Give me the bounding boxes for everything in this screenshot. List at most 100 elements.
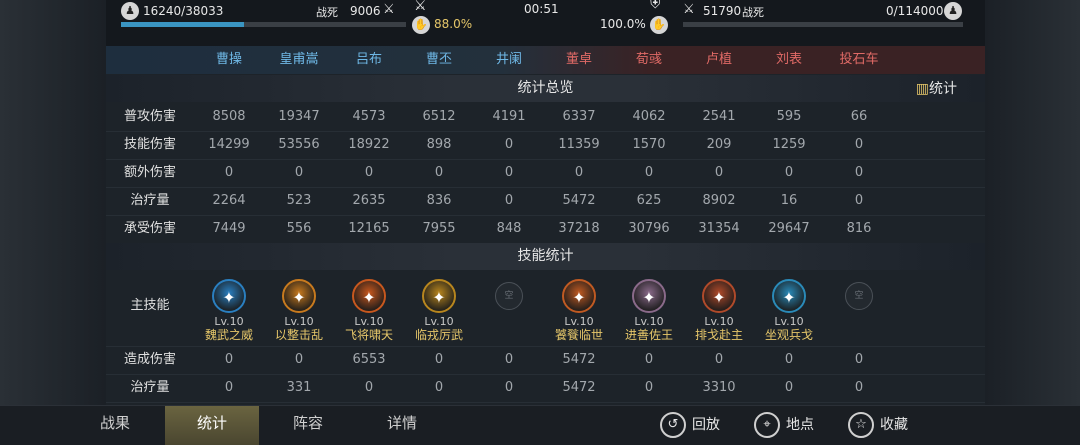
- replay-icon: ↺: [660, 412, 686, 438]
- skill-slot[interactable]: ✦ Lv.10 排戈赴主: [684, 271, 754, 342]
- strategist-icon: ✦: [772, 279, 806, 313]
- left-backdrop: [0, 0, 106, 405]
- stat-cell: 0: [504, 137, 514, 152]
- stat-cell: 0: [854, 137, 864, 152]
- stat-cell: 209: [706, 137, 732, 152]
- skill-name: 临戎厉武: [414, 328, 463, 342]
- taotie-icon: ✦: [562, 279, 596, 313]
- replay-button[interactable]: ↺ 回放: [660, 410, 720, 440]
- empty-skill-slot[interactable]: 空: [474, 271, 544, 310]
- tab-statistics[interactable]: 统计: [165, 406, 259, 445]
- stat-cell: 0: [644, 165, 654, 180]
- skill-name: 魏武之威: [204, 328, 253, 342]
- stats-button[interactable]: ▥统计: [916, 78, 957, 98]
- stat-cell: 0: [854, 165, 864, 180]
- left-dead-label: 战死: [316, 6, 338, 19]
- tab-details[interactable]: 详情: [357, 406, 447, 445]
- skill-slot[interactable]: ✦ Lv.10 魏武之威: [194, 271, 264, 342]
- stat-cell: 1570: [632, 137, 666, 152]
- stat-cell: 0: [784, 165, 794, 180]
- main-skill-row: 主技能 ✦ Lv.10 魏武之威 ✦ Lv.10 以整击乱 ✦ Lv.10 飞将啸天 ✦ Lv.10…: [106, 271, 985, 347]
- replay-label: 回放: [692, 417, 720, 433]
- skill-name: 坐观兵戈: [764, 328, 813, 342]
- skill-slot[interactable]: ✦ Lv.10 临戎厉武: [404, 271, 474, 342]
- star-icon: ☆: [848, 412, 874, 438]
- stat-cell: 0: [434, 380, 444, 395]
- stat-cell: 848: [496, 221, 522, 236]
- stat-cell: 0: [364, 165, 374, 180]
- stat-cell: 4191: [492, 109, 526, 124]
- left-dead-value: 9006: [350, 4, 381, 18]
- right-dead-value: 0/114000: [886, 4, 944, 18]
- stat-cell: 12165: [348, 221, 390, 236]
- skill-name: 排戈赴主: [694, 328, 743, 342]
- right-morale-icon: ✋: [650, 16, 668, 34]
- left-morale-value: 88.0%: [434, 17, 473, 31]
- general-name: 卢植: [705, 52, 732, 67]
- spear-burst-icon: ✦: [282, 279, 316, 313]
- stat-cell: 5472: [562, 352, 596, 367]
- stat-cell: 2635: [352, 193, 386, 208]
- empty-skill-slot[interactable]: 空: [824, 271, 894, 310]
- row-label: 治疗量: [130, 193, 170, 208]
- stat-row: 技能伤害 14299 53556 18922 898 0 11359 1570 209 1259 0: [106, 131, 985, 160]
- stat-cell: 4062: [632, 109, 666, 124]
- left-hp-bar: [121, 22, 406, 27]
- skills-section-title: 技能统计: [106, 243, 985, 270]
- dead-soldier-icon: ⚔: [383, 2, 395, 17]
- stats-table: 曹操 皇甫嵩 吕布 曹丕 井阑 董卓 荀彧 卢植 刘表 投石车 统计总览 ▥统计…: [106, 46, 985, 406]
- general-name: 井阑: [495, 52, 522, 67]
- battle-top-bar: ♟ 16240/38033 战死 9006 ⚔ ✋ 88.0% ⚔ 00:51 …: [0, 0, 1080, 38]
- general-name: 刘表: [775, 52, 802, 67]
- stat-cell: 0: [434, 165, 444, 180]
- stat-cell: 31354: [698, 221, 740, 236]
- skill-slot[interactable]: ✦ Lv.10 坐观兵戈: [754, 271, 824, 342]
- general-name: 吕布: [355, 52, 382, 67]
- skill-level: Lv.10: [634, 315, 664, 328]
- stat-row: 普攻伤害 8508 19347 4573 6512 4191 6337 4062 2541 595…: [106, 103, 985, 132]
- row-label: 承受伤害: [123, 221, 176, 236]
- stat-cell: 0: [784, 352, 794, 367]
- stat-cell: 0: [854, 352, 864, 367]
- favorite-button[interactable]: ☆ 收藏: [848, 410, 908, 440]
- general-name: 董卓: [565, 52, 592, 67]
- skill-level: Lv.10: [354, 315, 384, 328]
- stat-cell: 2264: [212, 193, 246, 208]
- right-soldier-icon: ⚔: [683, 2, 695, 17]
- skill-level: Lv.10: [214, 315, 244, 328]
- skill-stat-row: 治疗量 0 331 0 0 0 5472 0 3310 0 0: [106, 374, 985, 403]
- stat-cell: 29647: [768, 221, 810, 236]
- stat-cell: 0: [504, 352, 514, 367]
- right-backdrop: [985, 0, 1080, 405]
- stat-cell: 816: [846, 221, 872, 236]
- stat-cell: 0: [714, 352, 724, 367]
- stats-button-label: 统计: [929, 81, 957, 97]
- stat-cell: 7955: [422, 221, 456, 236]
- stat-cell: 556: [286, 221, 312, 236]
- stat-cell: 37218: [558, 221, 600, 236]
- stat-cell: 625: [636, 193, 662, 208]
- stat-cell: 331: [286, 380, 312, 395]
- row-label: 普攻伤害: [123, 109, 176, 124]
- skill-slot[interactable]: ✦ Lv.10 飞将啸天: [334, 271, 404, 342]
- row-label: 额外伤害: [123, 165, 176, 180]
- left-troop-count: 16240/38033: [143, 4, 224, 18]
- tab-results[interactable]: 战果: [70, 406, 160, 445]
- skill-name: 饕餮临世: [554, 328, 603, 342]
- skill-slot[interactable]: ✦ Lv.10 以整击乱: [264, 271, 334, 342]
- stat-cell: 0: [854, 380, 864, 395]
- skill-name: 进善佐王: [624, 328, 673, 342]
- row-label: 主技能: [130, 298, 170, 313]
- stat-cell: 0: [714, 165, 724, 180]
- skill-slot[interactable]: ✦ Lv.10 进善佐王: [614, 271, 684, 342]
- stat-cell: 53556: [278, 137, 320, 152]
- general-name: 曹操: [215, 52, 242, 67]
- soldier-icon: ♟: [121, 2, 139, 20]
- tab-formation[interactable]: 阵容: [263, 406, 353, 445]
- location-button[interactable]: ⌖ 地点: [754, 410, 814, 440]
- overview-section-title: 统计总览: [106, 75, 985, 102]
- skill-level: Lv.10: [284, 315, 314, 328]
- skill-slot[interactable]: ✦ Lv.10 饕餮临世: [544, 271, 614, 342]
- stat-cell: 1259: [772, 137, 806, 152]
- empty-slot-icon: 空: [495, 282, 523, 310]
